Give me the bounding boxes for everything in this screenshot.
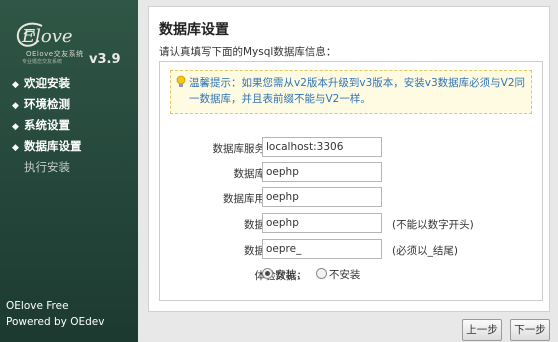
db-pass-input[interactable] xyxy=(262,187,382,207)
step-label: 欢迎安装 xyxy=(24,76,70,90)
sidebar: Elove OElove交友系统 专业婚恋交友系统 v3.9 ◆ 欢迎安装 ◆ 环境… xyxy=(0,0,138,342)
step-label: 执行安装 xyxy=(24,160,70,174)
step-label: 系统设置 xyxy=(24,118,70,132)
intro-text: 请认真填写下面的Mysql数据库信息： xyxy=(159,46,337,58)
install-steps-nav: ◆ 欢迎安装 ◆ 环境检测 ◆ 系统设置 ◆ 数据库设置 执行安装 xyxy=(12,74,82,179)
db-host-input[interactable] xyxy=(262,137,382,157)
db-prefix-input[interactable] xyxy=(262,239,382,259)
step-welcome: ◆ 欢迎安装 xyxy=(12,74,82,95)
demo-skip-radio[interactable] xyxy=(315,268,327,279)
lightbulb-icon xyxy=(176,75,186,87)
bullet-icon: ◆ xyxy=(12,122,19,132)
db-host-row: 数据库服务器地址： xyxy=(160,137,542,159)
step-label: 数据库设置 xyxy=(24,139,82,153)
db-name-row: 数据库名称： (不能以数字开头) xyxy=(160,213,542,235)
bullet-icon: ◆ xyxy=(12,101,19,111)
footer-edition: OElove Free xyxy=(6,300,69,312)
main-area: 数据库设置 请认真填写下面的Mysql数据库信息： 温馨提示：如果您需从v2版本… xyxy=(138,0,558,342)
bullet-icon: ◆ xyxy=(12,80,19,90)
step-system-settings: ◆ 系统设置 xyxy=(12,116,82,137)
db-prefix-hint: (必须以_结尾) xyxy=(392,245,458,257)
step-label: 环境检测 xyxy=(24,97,70,111)
demo-install-radio[interactable] xyxy=(262,268,273,279)
page-title: 数据库设置 xyxy=(159,22,229,38)
db-pass-row: 数据库用户密码： xyxy=(160,187,542,209)
db-prefix-row: 数据表前缀： (必须以_结尾) xyxy=(160,239,542,261)
logo-tagline: 专业婚恋交友系统 xyxy=(22,59,63,65)
demo-data-radio-group: 安装， 不安装 xyxy=(262,267,360,282)
logo: Elove OElove交友系统 专业婚恋交友系统 v3.9 xyxy=(8,12,134,70)
logo-script: Elove xyxy=(22,26,73,47)
upgrade-notice: 温馨提示：如果您需从v2版本升级到v3版本，安装v3数据库必须与V2同一数据库，… xyxy=(170,70,532,114)
db-settings-form: 温馨提示：如果您需从v2版本升级到v3版本，安装v3数据库必须与V2同一数据库，… xyxy=(159,61,543,301)
notice-text: 温馨提示：如果您需从v2版本升级到v3版本，安装v3数据库必须与V2同一数据库，… xyxy=(189,77,526,105)
content-panel: 数据库设置 请认真填写下面的Mysql数据库信息： 温馨提示：如果您需从v2版本… xyxy=(148,6,550,312)
next-step-button[interactable]: 下一步 xyxy=(510,319,550,341)
db-name-hint: (不能以数字开头) xyxy=(392,219,474,231)
bullet-icon: ◆ xyxy=(12,143,19,153)
demo-install-label[interactable]: 安装， xyxy=(275,269,307,281)
db-user-input[interactable] xyxy=(262,162,382,182)
prev-step-button[interactable]: 上一步 xyxy=(462,319,502,341)
footer-powered-by: Powered by OEdev xyxy=(6,316,105,328)
version-label: v3.9 xyxy=(89,52,121,67)
step-run-install: 执行安装 xyxy=(12,158,82,179)
db-name-input[interactable] xyxy=(262,213,382,233)
step-env-check: ◆ 环境检测 xyxy=(12,95,82,116)
demo-data-row: 体验数据： 安装， 不安装 xyxy=(160,264,542,286)
step-db-settings: ◆ 数据库设置 xyxy=(12,137,82,158)
demo-skip-label[interactable]: 不安装 xyxy=(329,269,361,281)
db-user-row: 数据库用户名： xyxy=(160,162,542,184)
